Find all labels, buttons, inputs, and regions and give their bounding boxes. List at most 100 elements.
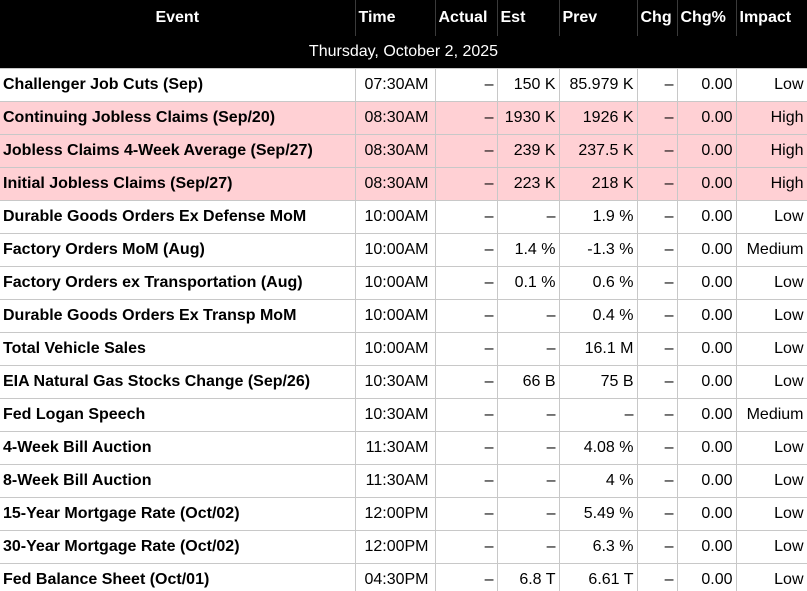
actual-value: – bbox=[435, 68, 498, 102]
event-name[interactable]: 4-Week Bill Auction bbox=[0, 431, 356, 465]
actual-value: – bbox=[435, 497, 498, 531]
col-header-prev[interactable]: Prev bbox=[559, 0, 638, 36]
event-time: 07:30AM bbox=[355, 68, 436, 102]
table-row[interactable]: Factory Orders MoM (Aug) 10:00AM –1.4 % -1.… bbox=[0, 233, 807, 267]
event-name[interactable]: Initial Jobless Claims (Sep/27) bbox=[0, 167, 356, 201]
change-percent-value: 0.00 bbox=[677, 68, 737, 102]
col-header-actual[interactable]: Actual bbox=[435, 0, 498, 36]
change-percent-value: 0.00 bbox=[677, 134, 737, 168]
estimate-value: 223 K bbox=[497, 167, 560, 201]
estimate-value: 150 K bbox=[497, 68, 560, 102]
impact-value: High bbox=[736, 134, 807, 168]
table-body: Challenger Job Cuts (Sep) 07:30AM –150 K 85… bbox=[0, 68, 807, 591]
actual-value: – bbox=[435, 134, 498, 168]
actual-value: – bbox=[435, 530, 498, 564]
col-header-est[interactable]: Est bbox=[497, 0, 560, 36]
date-group-label: Thursday, October 2, 2025 bbox=[0, 36, 807, 69]
estimate-value: – bbox=[497, 431, 560, 465]
table-row[interactable]: Durable Goods Orders Ex Transp MoM 10:00A… bbox=[0, 299, 807, 333]
event-name[interactable]: 30-Year Mortgage Rate (Oct/02) bbox=[0, 530, 356, 564]
change-percent-value: 0.00 bbox=[677, 530, 737, 564]
actual-value: – bbox=[435, 200, 498, 234]
change-percent-value: 0.00 bbox=[677, 497, 737, 531]
table-row[interactable]: Fed Balance Sheet (Oct/01) 04:30PM –6.8 T6… bbox=[0, 563, 807, 591]
event-time: 10:00AM bbox=[355, 266, 436, 300]
event-name[interactable]: Continuing Jobless Claims (Sep/20) bbox=[0, 101, 356, 135]
col-header-impact[interactable]: Impact bbox=[736, 0, 807, 36]
previous-value: 6.61 T bbox=[559, 563, 638, 591]
change-value: – bbox=[637, 200, 678, 234]
estimate-value: – bbox=[497, 530, 560, 564]
event-name[interactable]: Factory Orders ex Transportation (Aug) bbox=[0, 266, 356, 300]
table-row[interactable]: Durable Goods Orders Ex Defense MoM 10:00… bbox=[0, 200, 807, 234]
previous-value: -1.3 % bbox=[559, 233, 638, 267]
actual-value: – bbox=[435, 332, 498, 366]
event-name[interactable]: Fed Balance Sheet (Oct/01) bbox=[0, 563, 356, 591]
impact-value: Low bbox=[736, 497, 807, 531]
event-name[interactable]: Challenger Job Cuts (Sep) bbox=[0, 68, 356, 102]
table-row[interactable]: Initial Jobless Claims (Sep/27) 08:30AM –2… bbox=[0, 167, 807, 201]
estimate-value: – bbox=[497, 200, 560, 234]
change-percent-value: 0.00 bbox=[677, 365, 737, 399]
impact-value: High bbox=[736, 101, 807, 135]
event-name[interactable]: Factory Orders MoM (Aug) bbox=[0, 233, 356, 267]
change-value: – bbox=[637, 365, 678, 399]
estimate-value: 6.8 T bbox=[497, 563, 560, 591]
change-percent-value: 0.00 bbox=[677, 332, 737, 366]
previous-value: 1.9 % bbox=[559, 200, 638, 234]
event-name[interactable]: Fed Logan Speech bbox=[0, 398, 356, 432]
change-percent-value: 0.00 bbox=[677, 233, 737, 267]
previous-value: 85.979 K bbox=[559, 68, 638, 102]
actual-value: – bbox=[435, 365, 498, 399]
col-header-chg-pct[interactable]: Chg% bbox=[677, 0, 737, 36]
impact-value: Low bbox=[736, 266, 807, 300]
table-row[interactable]: Continuing Jobless Claims (Sep/20) 08:30A… bbox=[0, 101, 807, 135]
impact-value: High bbox=[736, 167, 807, 201]
impact-value: Low bbox=[736, 530, 807, 564]
change-value: – bbox=[637, 233, 678, 267]
change-percent-value: 0.00 bbox=[677, 563, 737, 591]
previous-value: 1926 K bbox=[559, 101, 638, 135]
table-row[interactable]: Fed Logan Speech 10:30AM – – – –0.00 Medium bbox=[0, 398, 807, 432]
change-percent-value: 0.00 bbox=[677, 200, 737, 234]
event-time: 04:30PM bbox=[355, 563, 436, 591]
col-header-chg[interactable]: Chg bbox=[637, 0, 678, 36]
table-row[interactable]: Challenger Job Cuts (Sep) 07:30AM –150 K 85… bbox=[0, 68, 807, 102]
table-row[interactable]: Total Vehicle Sales 10:00AM – –16.1 M –0.00 L… bbox=[0, 332, 807, 366]
table-row[interactable]: 30-Year Mortgage Rate (Oct/02) 12:00PM – –6… bbox=[0, 530, 807, 564]
col-header-time[interactable]: Time bbox=[355, 0, 436, 36]
estimate-value: – bbox=[497, 332, 560, 366]
change-value: – bbox=[637, 530, 678, 564]
event-name[interactable]: Durable Goods Orders Ex Transp MoM bbox=[0, 299, 356, 333]
actual-value: – bbox=[435, 167, 498, 201]
event-name[interactable]: 15-Year Mortgage Rate (Oct/02) bbox=[0, 497, 356, 531]
event-name[interactable]: Durable Goods Orders Ex Defense MoM bbox=[0, 200, 356, 234]
table-row[interactable]: EIA Natural Gas Stocks Change (Sep/26) 10… bbox=[0, 365, 807, 399]
estimate-value: 1930 K bbox=[497, 101, 560, 135]
table-row[interactable]: Jobless Claims 4-Week Average (Sep/27) 08… bbox=[0, 134, 807, 168]
impact-value: Low bbox=[736, 563, 807, 591]
event-name[interactable]: Total Vehicle Sales bbox=[0, 332, 356, 366]
estimate-value: 1.4 % bbox=[497, 233, 560, 267]
previous-value: 4.08 % bbox=[559, 431, 638, 465]
table-row[interactable]: Factory Orders ex Transportation (Aug) 10… bbox=[0, 266, 807, 300]
estimate-value: 239 K bbox=[497, 134, 560, 168]
previous-value: 4 % bbox=[559, 464, 638, 498]
impact-value: Low bbox=[736, 200, 807, 234]
event-time: 11:30AM bbox=[355, 464, 436, 498]
event-name[interactable]: 8-Week Bill Auction bbox=[0, 464, 356, 498]
previous-value: 218 K bbox=[559, 167, 638, 201]
actual-value: – bbox=[435, 299, 498, 333]
estimate-value: – bbox=[497, 398, 560, 432]
table-row[interactable]: 15-Year Mortgage Rate (Oct/02) 12:00PM – –5… bbox=[0, 497, 807, 531]
event-time: 10:30AM bbox=[355, 365, 436, 399]
table-row[interactable]: 4-Week Bill Auction 11:30AM – –4.08 % –0.00 L… bbox=[0, 431, 807, 465]
event-name[interactable]: Jobless Claims 4-Week Average (Sep/27) bbox=[0, 134, 356, 168]
table-row[interactable]: 8-Week Bill Auction 11:30AM – –4 % –0.00 Low bbox=[0, 464, 807, 498]
change-value: – bbox=[637, 68, 678, 102]
change-percent-value: 0.00 bbox=[677, 167, 737, 201]
event-name[interactable]: EIA Natural Gas Stocks Change (Sep/26) bbox=[0, 365, 356, 399]
change-percent-value: 0.00 bbox=[677, 464, 737, 498]
col-header-event[interactable]: Event bbox=[0, 0, 356, 36]
event-time: 12:00PM bbox=[355, 497, 436, 531]
